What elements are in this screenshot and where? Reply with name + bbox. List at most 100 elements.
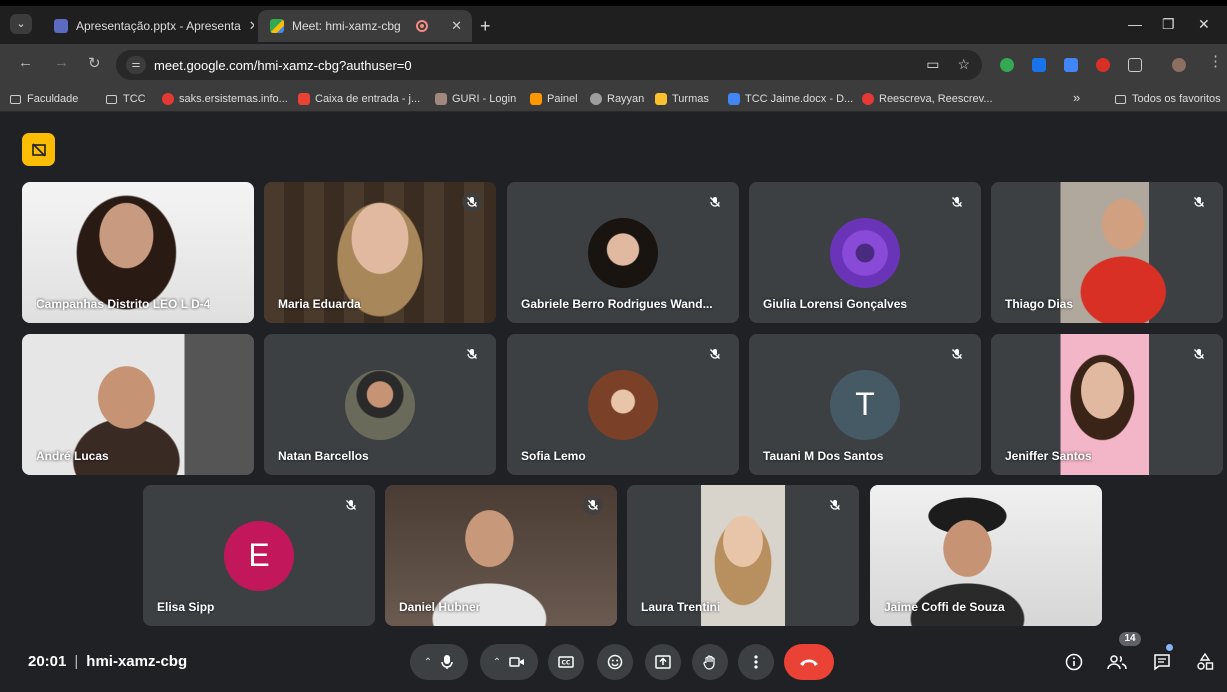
chevron-up-icon[interactable]: ⌃: [493, 657, 501, 668]
participant-tile[interactable]: Jeniffer Santos: [991, 334, 1223, 475]
browser-toolbar: ← → ↻ ⚌ meet.google.com/hmi-xamz-cbg?aut…: [0, 44, 1227, 86]
extension-plus-icon[interactable]: [1000, 58, 1014, 72]
restore-icon[interactable]: ❐: [1162, 16, 1175, 33]
meet-controls-bar: 20:01 | hmi-xamz-cbg ⌃ ⌃ CC: [0, 632, 1227, 692]
docs-icon: [728, 93, 740, 105]
browser-tab-bar: ⌄ Apresentação.pptx - Apresenta ✕ Meet: …: [0, 0, 1227, 44]
bookmark-label: Turmas: [672, 93, 709, 105]
back-icon[interactable]: ←: [18, 54, 33, 71]
browser-tab-presentation[interactable]: Apresentação.pptx - Apresenta ✕: [42, 10, 254, 42]
tab-search-button[interactable]: ⌄: [10, 14, 32, 34]
gmail-icon: [298, 93, 310, 105]
meeting-code: hmi-xamz-cbg: [86, 653, 188, 670]
participant-tile[interactable]: Thiago Dias: [991, 182, 1223, 323]
bookmark-rayyan[interactable]: Rayyan: [590, 93, 644, 105]
translate-extension-icon[interactable]: [1064, 58, 1078, 72]
folder-icon: [106, 94, 117, 104]
raise-hand-button[interactable]: [692, 644, 728, 680]
leave-call-button[interactable]: [784, 644, 834, 680]
reload-icon[interactable]: ↻: [88, 54, 101, 72]
present-screen-button[interactable]: [645, 644, 681, 680]
participant-tile[interactable]: Natan Barcellos: [264, 334, 496, 475]
meeting-details-button[interactable]: [1062, 650, 1086, 674]
new-tab-icon[interactable]: +: [480, 16, 491, 37]
participant-tile[interactable]: E Elisa Sipp: [143, 485, 375, 626]
camera-button[interactable]: ⌃: [480, 644, 538, 680]
participant-tile[interactable]: Laura Trentini: [627, 485, 859, 626]
participant-tile[interactable]: Giulia Lorensi Gonçalves: [749, 182, 981, 323]
chat-button[interactable]: [1150, 650, 1174, 674]
people-button[interactable]: [1105, 650, 1129, 674]
tab-title: Meet: hmi-xamz-cbg: [292, 19, 401, 33]
reactions-button[interactable]: [597, 644, 633, 680]
bookmark-saks[interactable]: saks.ersistemas.info...: [162, 93, 288, 105]
participant-tile[interactable]: André Lucas: [22, 334, 254, 475]
participant-tile[interactable]: Maria Eduarda: [264, 182, 496, 323]
camera-icon: [509, 657, 525, 667]
bookmark-reescreva[interactable]: Reescreva, Reescrev...: [862, 93, 993, 105]
participant-tile[interactable]: T Tauani M Dos Santos: [749, 334, 981, 475]
bookmark-label: saks.ersistemas.info...: [179, 93, 288, 105]
extensions-puzzle-icon[interactable]: [1128, 58, 1142, 72]
participant-tile[interactable]: Campanhas Distrito LEO L D-4: [22, 182, 254, 323]
meeting-info-text: 20:01 | hmi-xamz-cbg: [28, 653, 188, 670]
participant-tile[interactable]: Jaime Coffi de Souza: [870, 485, 1102, 626]
browser-tab-meet[interactable]: Meet: hmi-xamz-cbg ✕: [258, 10, 472, 42]
bookmark-label: Reescreva, Reescrev...: [879, 93, 993, 105]
bookmark-tcc-docs[interactable]: TCC Jaime.docx - D...: [728, 93, 853, 105]
mic-off-icon: [462, 192, 482, 212]
participant-tile[interactable]: Daniel Hubner: [385, 485, 617, 626]
people-icon: [1107, 655, 1127, 670]
microphone-button[interactable]: ⌃: [410, 644, 468, 680]
microphone-icon: [441, 655, 453, 669]
participant-tile[interactable]: Sofia Lemo: [507, 334, 739, 475]
participant-tile[interactable]: Gabriele Berro Rodrigues Wand...: [507, 182, 739, 323]
adblock-extension-icon[interactable]: [1096, 58, 1110, 72]
more-options-button[interactable]: [738, 644, 774, 680]
all-bookmarks-folder[interactable]: Todos os favoritos: [1115, 93, 1221, 105]
minimize-icon[interactable]: —: [1128, 16, 1142, 32]
mic-off-icon: [825, 495, 845, 515]
bookmark-label: Caixa de entrada - j...: [315, 93, 421, 105]
close-window-icon[interactable]: ✕: [1198, 16, 1210, 33]
extension-icon[interactable]: [1032, 58, 1046, 72]
site-info-icon[interactable]: ⚌: [126, 56, 146, 74]
bookmarks-overflow-button[interactable]: »: [1073, 90, 1080, 105]
participant-name: Daniel Hubner: [399, 600, 481, 614]
participant-name: Gabriele Berro Rodrigues Wand...: [521, 297, 713, 311]
address-bar[interactable]: ⚌ meet.google.com/hmi-xamz-cbg?authuser=…: [116, 50, 982, 80]
participant-name: Jeniffer Santos: [1005, 449, 1092, 463]
cast-icon[interactable]: ▭: [926, 56, 939, 73]
bookmark-star-icon[interactable]: ☆: [957, 56, 970, 73]
emoji-icon: [607, 654, 623, 670]
participant-name: Laura Trentini: [641, 600, 721, 614]
meet-favicon-icon: [270, 19, 284, 33]
browser-menu-icon[interactable]: ⋮: [1208, 52, 1223, 70]
activities-button[interactable]: [1193, 650, 1217, 674]
no-video-grid-icon: [31, 142, 46, 157]
forward-icon[interactable]: →: [54, 54, 69, 71]
close-tab-icon[interactable]: ✕: [241, 18, 254, 34]
captions-icon: CC: [558, 656, 574, 668]
mic-off-icon: [705, 344, 725, 364]
url-text: meet.google.com/hmi-xamz-cbg?authuser=0: [154, 57, 412, 73]
participant-count-badge: 14: [1119, 632, 1141, 646]
participant-name: Campanhas Distrito LEO L D-4: [36, 297, 211, 311]
participant-name: André Lucas: [36, 449, 109, 463]
captions-button[interactable]: CC: [548, 644, 584, 680]
hide-tiles-layout-button[interactable]: [22, 133, 55, 166]
bookmark-turmas[interactable]: Turmas: [655, 93, 709, 105]
participant-avatar: [588, 369, 658, 440]
profile-avatar-icon[interactable]: [1172, 58, 1186, 72]
bookmark-folder-faculdade[interactable]: Faculdade: [10, 93, 78, 105]
slides-favicon-icon: [54, 19, 68, 33]
more-vert-icon: [754, 655, 758, 669]
participant-avatar: [830, 217, 900, 288]
bookmark-painel[interactable]: Painel: [530, 93, 578, 105]
close-tab-icon[interactable]: ✕: [443, 18, 462, 34]
bookmark-guri[interactable]: GURI - Login: [435, 93, 516, 105]
chevron-up-icon[interactable]: ⌃: [424, 657, 432, 668]
bookmark-folder-tcc[interactable]: TCC: [106, 93, 146, 105]
bookmark-label: Rayyan: [607, 93, 645, 105]
bookmark-gmail[interactable]: Caixa de entrada - j...: [298, 93, 420, 105]
